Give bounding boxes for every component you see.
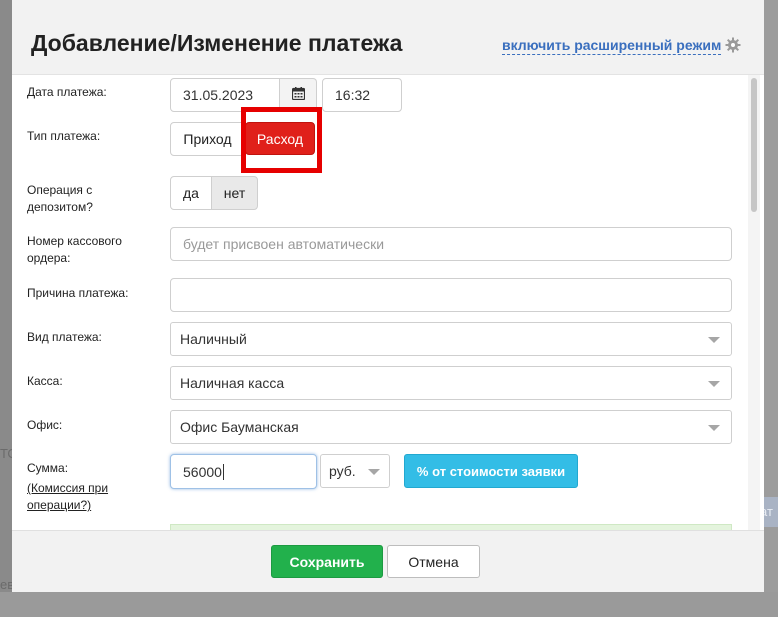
payment-type-label: Тип платежа: bbox=[27, 129, 101, 143]
office-label: Офис: bbox=[27, 418, 63, 432]
deposit-operation-label-line2: депозитом? bbox=[27, 200, 93, 214]
modal-title: Добавление/Изменение платежа bbox=[31, 30, 403, 56]
payment-kind-select[interactable]: Наличный bbox=[170, 322, 732, 356]
cash-order-number-label-line2: ордера: bbox=[27, 251, 71, 265]
payment-modal: Добавление/Изменение платежа включить ра… bbox=[12, 0, 764, 592]
payment-kind-selected: Наличный bbox=[180, 331, 247, 347]
text-cursor bbox=[222, 463, 224, 480]
chevron-down-icon bbox=[368, 469, 380, 475]
chevron-down-icon bbox=[708, 337, 720, 343]
currency-selected: руб. bbox=[329, 463, 356, 479]
background-page-bottom bbox=[0, 592, 778, 617]
payment-time-value: 16:32 bbox=[335, 87, 371, 103]
amount-label: Сумма: bbox=[27, 461, 69, 475]
deposit-operation-label: Операция с депозитом? bbox=[27, 182, 93, 216]
cash-desk-select[interactable]: Наличная касса bbox=[170, 366, 732, 400]
highlight-annotation bbox=[241, 107, 322, 173]
deposit-operation-label-line1: Операция с bbox=[27, 183, 93, 197]
advanced-mode-link[interactable]: включить расширенный режим bbox=[502, 37, 722, 55]
office-select[interactable]: Офис Бауманская bbox=[170, 410, 732, 444]
currency-select[interactable]: руб. bbox=[320, 454, 390, 488]
deposit-yes-button[interactable]: да bbox=[170, 176, 212, 210]
calendar-icon bbox=[291, 87, 305, 103]
chevron-down-icon bbox=[708, 425, 720, 431]
cash-order-number-label-line1: Номер кассового bbox=[27, 234, 122, 248]
cash-order-number-label: Номер кассового ордера: bbox=[27, 233, 122, 267]
cash-order-number-placeholder: будет присвоен автоматически bbox=[183, 236, 385, 252]
payment-date-label: Дата платежа: bbox=[27, 85, 107, 99]
percent-of-order-cost-button[interactable]: % от стоимости заявки bbox=[404, 454, 578, 488]
save-button[interactable]: Сохранить bbox=[271, 545, 383, 578]
payment-time-input[interactable]: 16:32 bbox=[322, 78, 402, 112]
payment-type-income-button[interactable]: Приход bbox=[170, 122, 245, 156]
cash-desk-selected: Наличная касса bbox=[180, 375, 285, 391]
payment-kind-label: Вид платежа: bbox=[27, 330, 102, 344]
chevron-down-icon bbox=[708, 381, 720, 387]
office-selected: Офис Бауманская bbox=[180, 419, 299, 435]
cash-order-number-input[interactable]: будет присвоен автоматически bbox=[170, 227, 732, 261]
commission-link-line2[interactable]: операции?) bbox=[27, 497, 108, 514]
cash-desk-label: Касса: bbox=[27, 374, 63, 388]
amount-value: 56000 bbox=[183, 463, 222, 480]
gear-icon[interactable] bbox=[725, 37, 741, 53]
payment-reason-input[interactable] bbox=[170, 278, 732, 312]
payment-date-value: 31.05.2023 bbox=[183, 87, 254, 103]
modal-body: Дата платежа: 31.05.2023 16:32 Тип плате… bbox=[12, 75, 764, 530]
deposit-no-button[interactable]: нет bbox=[211, 176, 258, 210]
amount-input[interactable]: 56000 bbox=[170, 454, 317, 489]
commission-link-line1[interactable]: (Комиссия при bbox=[27, 480, 108, 497]
commission-link[interactable]: (Комиссия при операции?) bbox=[27, 480, 108, 514]
scrollbar-thumb[interactable] bbox=[751, 78, 757, 212]
cancel-button[interactable]: Отмена bbox=[387, 545, 480, 578]
modal-header: Добавление/Изменение платежа включить ра… bbox=[12, 0, 764, 75]
payment-reason-label: Причина платежа: bbox=[27, 286, 129, 300]
